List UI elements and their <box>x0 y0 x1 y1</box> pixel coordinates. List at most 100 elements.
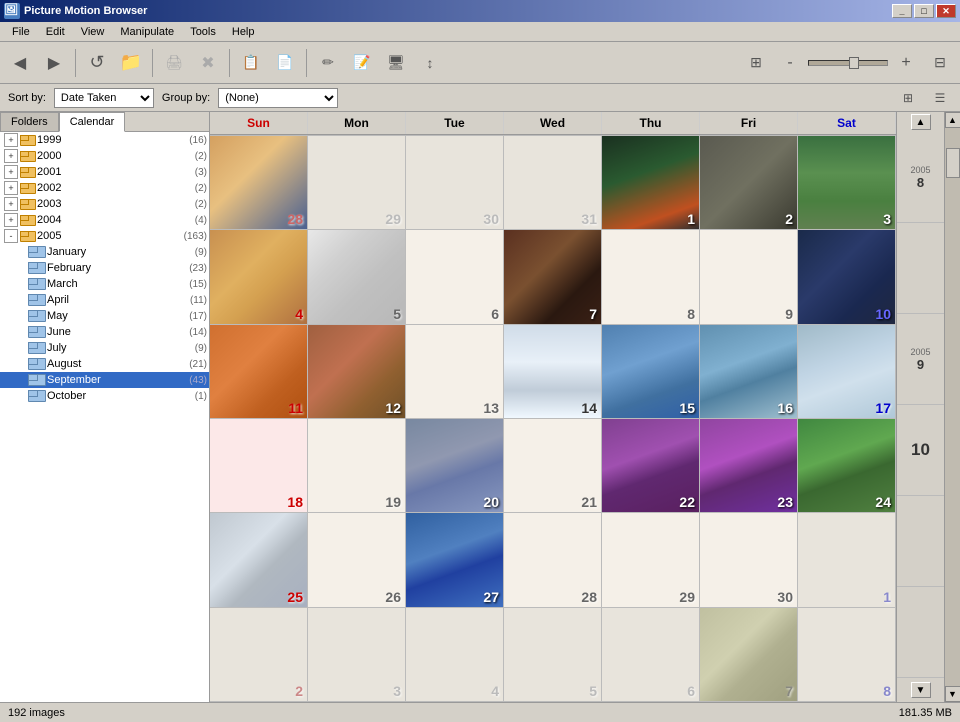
cal-cell-5-next[interactable]: 5 <box>504 608 602 701</box>
cal-cell-15[interactable]: 15 <box>602 325 700 418</box>
cal-cell-25[interactable]: 25 <box>210 513 308 606</box>
tree-item-2005[interactable]: - 2005 (163) <box>0 228 209 244</box>
tree-item-2002[interactable]: + 2002 (2) <box>0 180 209 196</box>
scroll-down-button[interactable]: ▼ <box>911 682 931 698</box>
cal-cell-4[interactable]: 4 <box>210 230 308 323</box>
cal-cell-8[interactable]: 8 <box>602 230 700 323</box>
vscroll-down-button[interactable]: ▼ <box>945 686 960 702</box>
back-button[interactable]: ◀ <box>4 47 36 79</box>
list-view-button[interactable]: ☰ <box>928 88 952 108</box>
refresh-button[interactable]: ↺ <box>81 47 113 79</box>
expand-2004[interactable]: + <box>4 213 18 227</box>
group-select[interactable]: (None) <box>218 88 338 108</box>
grid-view-button[interactable]: ⊞ <box>896 88 920 108</box>
open-folder-button[interactable]: 📁 <box>115 47 147 79</box>
cal-cell-7[interactable]: 7 <box>504 230 602 323</box>
print-button[interactable]: 🖨 <box>158 47 190 79</box>
menu-help[interactable]: Help <box>224 24 263 40</box>
cal-cell-28-prev[interactable]: 28 <box>210 136 308 229</box>
cal-cell-19[interactable]: 19 <box>308 419 406 512</box>
cal-cell-6-next[interactable]: 6 <box>602 608 700 701</box>
cal-cell-2-next[interactable]: 2 <box>210 608 308 701</box>
cal-cell-21[interactable]: 21 <box>504 419 602 512</box>
maximize-button[interactable]: □ <box>914 4 934 18</box>
cal-cell-1-next[interactable]: 1 <box>798 513 896 606</box>
cal-cell-6[interactable]: 6 <box>406 230 504 323</box>
cal-cell-3[interactable]: 3 <box>798 136 896 229</box>
cal-cell-1[interactable]: 1 <box>602 136 700 229</box>
menu-file[interactable]: File <box>4 24 38 40</box>
tree-item-1999[interactable]: + 1999 (16) <box>0 132 209 148</box>
delete-button[interactable]: ✖ <box>192 47 224 79</box>
view2-button[interactable]: ⊟ <box>924 47 956 79</box>
vscroll-up-button[interactable]: ▲ <box>945 112 960 128</box>
expand-2000[interactable]: + <box>4 149 18 163</box>
zoom-slider-track[interactable] <box>808 60 888 66</box>
sort-select[interactable]: Date Taken <box>54 88 154 108</box>
scroll-up-button[interactable]: ▲ <box>911 114 931 130</box>
expand-2001[interactable]: + <box>4 165 18 179</box>
month-item-february[interactable]: February (23) <box>0 260 209 276</box>
month-item-september[interactable]: September (43) <box>0 372 209 388</box>
cal-cell-8-next[interactable]: 8 <box>798 608 896 701</box>
cal-cell-5[interactable]: 5 <box>308 230 406 323</box>
cal-cell-10[interactable]: 10 <box>798 230 896 323</box>
rotate-button[interactable]: ↕ <box>414 47 446 79</box>
cal-cell-16[interactable]: 16 <box>700 325 798 418</box>
expand-2002[interactable]: + <box>4 181 18 195</box>
zoom-in-button[interactable]: + <box>890 47 922 79</box>
month-item-april[interactable]: April (11) <box>0 292 209 308</box>
menu-manipulate[interactable]: Manipulate <box>112 24 182 40</box>
tree-item-2004[interactable]: + 2004 (4) <box>0 212 209 228</box>
month-item-june[interactable]: June (14) <box>0 324 209 340</box>
zoom-out-button[interactable]: - <box>774 47 806 79</box>
cal-cell-4-next[interactable]: 4 <box>406 608 504 701</box>
clipboard-button[interactable]: 📄 <box>269 47 301 79</box>
cal-cell-29[interactable]: 29 <box>602 513 700 606</box>
cal-cell-24[interactable]: 24 <box>798 419 896 512</box>
close-button[interactable]: ✕ <box>936 4 956 18</box>
minimize-button[interactable]: _ <box>892 4 912 18</box>
tree-item-2000[interactable]: + 2000 (2) <box>0 148 209 164</box>
expand-2005[interactable]: - <box>4 229 18 243</box>
cal-cell-26[interactable]: 26 <box>308 513 406 606</box>
menu-view[interactable]: View <box>73 24 113 40</box>
expand-2003[interactable]: + <box>4 197 18 211</box>
cal-cell-9[interactable]: 9 <box>700 230 798 323</box>
month-item-may[interactable]: May (17) <box>0 308 209 324</box>
edit-button[interactable]: ✏ <box>312 47 344 79</box>
forward-button[interactable]: ▶ <box>38 47 70 79</box>
cal-cell-20[interactable]: 20 <box>406 419 504 512</box>
vscroll-track[interactable] <box>945 128 960 686</box>
zoom-slider-thumb[interactable] <box>849 57 859 69</box>
info-button[interactable]: 📝 <box>346 47 378 79</box>
cal-cell-14[interactable]: 14 <box>504 325 602 418</box>
cal-cell-30-prev[interactable]: 30 <box>406 136 504 229</box>
vscroll-thumb[interactable] <box>946 148 960 178</box>
fullscreen-button[interactable]: 🖥 <box>380 47 412 79</box>
month-item-march[interactable]: March (15) <box>0 276 209 292</box>
month-item-july[interactable]: July (9) <box>0 340 209 356</box>
cal-cell-28[interactable]: 28 <box>504 513 602 606</box>
cal-cell-7-next[interactable]: 7 <box>700 608 798 701</box>
cal-cell-22[interactable]: 22 <box>602 419 700 512</box>
cal-cell-27[interactable]: 27 <box>406 513 504 606</box>
month-item-january[interactable]: January (9) <box>0 244 209 260</box>
tree-item-2001[interactable]: + 2001 (3) <box>0 164 209 180</box>
month-item-august[interactable]: August (21) <box>0 356 209 372</box>
tree-item-2003[interactable]: + 2003 (2) <box>0 196 209 212</box>
menu-edit[interactable]: Edit <box>38 24 73 40</box>
cal-cell-2[interactable]: 2 <box>700 136 798 229</box>
tab-calendar[interactable]: Calendar <box>59 112 126 132</box>
copy-button[interactable]: 📋 <box>235 47 267 79</box>
expand-1999[interactable]: + <box>4 133 18 147</box>
cal-cell-23[interactable]: 23 <box>700 419 798 512</box>
cal-cell-13[interactable]: 13 <box>406 325 504 418</box>
cal-cell-12[interactable]: 12 <box>308 325 406 418</box>
month-item-october[interactable]: October (1) <box>0 388 209 404</box>
menu-tools[interactable]: Tools <box>182 24 224 40</box>
cal-cell-3-next[interactable]: 3 <box>308 608 406 701</box>
cal-cell-18[interactable]: 18 <box>210 419 308 512</box>
cal-cell-31-prev[interactable]: 31 <box>504 136 602 229</box>
view1-button[interactable]: ⊞ <box>740 47 772 79</box>
